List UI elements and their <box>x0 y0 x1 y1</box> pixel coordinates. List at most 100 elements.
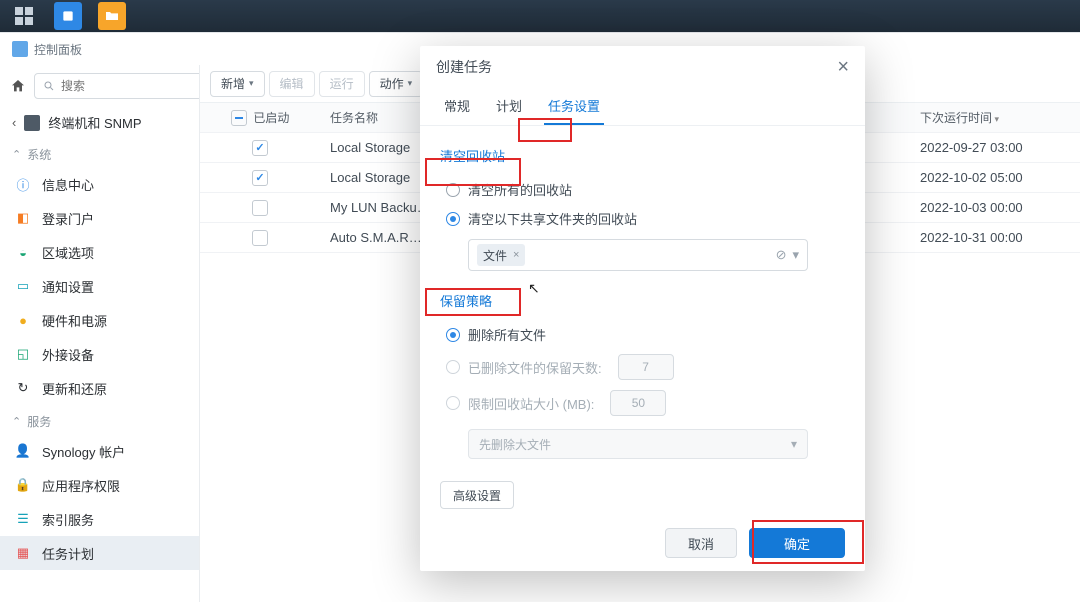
radio-icon <box>446 360 460 374</box>
sidebar-item-label: 区域选项 <box>42 243 94 262</box>
modal-tabs: 常规 计划 任务设置 <box>420 88 865 126</box>
terminal-icon <box>24 115 40 131</box>
back-icon[interactable]: ‹ <box>12 115 16 130</box>
breadcrumb[interactable]: ‹ 终端机和 SNMP <box>0 107 199 138</box>
sidebar-item-hardware[interactable]: ● 硬件和电源 <box>0 303 199 337</box>
run-button: 运行 <box>319 71 365 97</box>
radio-limit-size[interactable]: 限制回收站大小 (MB): <box>440 385 845 421</box>
external-icon: ◱ <box>14 345 32 363</box>
row-checkbox[interactable] <box>252 200 268 216</box>
search-field[interactable] <box>61 79 200 93</box>
sidebar-item-label: 通知设置 <box>42 277 94 296</box>
modal-title: 创建任务 <box>436 57 492 77</box>
radio-empty-selected[interactable]: 清空以下共享文件夹的回收站 <box>440 204 845 233</box>
calendar-icon: ▦ <box>14 544 32 562</box>
advanced-button[interactable]: 高级设置 <box>440 481 514 509</box>
radio-empty-all[interactable]: 清空所有的回收站 <box>440 175 845 204</box>
sidebar-group-services[interactable]: ⌃服务 <box>0 405 199 434</box>
sidebar-item-label: 外接设备 <box>42 345 94 364</box>
sidebar-item-update[interactable]: ↻ 更新和还原 <box>0 371 199 405</box>
limit-size-input <box>610 390 666 416</box>
sidebar-item-label: 登录门户 <box>42 209 94 228</box>
token-remove-icon[interactable]: × <box>513 249 519 261</box>
radio-label: 删除所有文件 <box>468 325 546 344</box>
info-icon: ⓘ <box>14 175 32 193</box>
shared-folder-field[interactable]: 文件× ⊘ ▾ <box>468 239 808 271</box>
search-input[interactable] <box>34 73 200 99</box>
folder-token: 文件× <box>477 244 525 266</box>
refresh-icon: ↻ <box>14 379 32 397</box>
index-icon: ☰ <box>14 510 32 528</box>
header-checkbox[interactable] <box>231 110 247 126</box>
row-checkbox[interactable] <box>252 170 268 186</box>
new-button[interactable]: 新增▾ <box>210 71 265 97</box>
sidebar-group-system[interactable]: ⌃系统 <box>0 138 199 167</box>
sidebar-item-info[interactable]: ⓘ 信息中心 <box>0 167 199 201</box>
edit-button: 编辑 <box>269 71 315 97</box>
sidebar-item-notification[interactable]: ▭ 通知设置 <box>0 269 199 303</box>
clear-icon[interactable]: ⊘ <box>776 247 787 263</box>
sidebar-item-label: 更新和还原 <box>42 379 107 398</box>
pinned-app-control-panel[interactable] <box>48 2 88 30</box>
section-retention: 保留策略 <box>440 291 845 310</box>
cell-next: 2022-10-02 05:00 <box>910 170 1080 185</box>
sidebar-item-regional[interactable]: ◒ 区域选项 <box>0 235 199 269</box>
bulb-icon: ● <box>14 311 32 329</box>
globe-icon: ◒ <box>14 243 32 261</box>
ok-button[interactable]: 确定 <box>749 528 845 558</box>
home-icon[interactable] <box>10 76 26 96</box>
taskbar <box>0 0 1080 32</box>
sidebar-item-app-privileges[interactable]: 🔒 应用程序权限 <box>0 468 199 502</box>
sidebar-item-task-scheduler[interactable]: ▦ 任务计划 <box>0 536 199 570</box>
action-button[interactable]: 动作▾ <box>369 71 424 97</box>
cell-next: 2022-10-31 00:00 <box>910 230 1080 245</box>
radio-label: 限制回收站大小 (MB): <box>468 394 594 413</box>
section-empty-recycle: 清空回收站 <box>440 146 845 165</box>
search-icon <box>43 80 55 92</box>
sidebar-item-label: 应用程序权限 <box>42 476 120 495</box>
tab-settings[interactable]: 任务设置 <box>544 88 604 125</box>
close-icon[interactable]: × <box>837 57 849 77</box>
row-checkbox[interactable] <box>252 140 268 156</box>
sidebar: ‹ 终端机和 SNMP ⌃系统 ⓘ信息中心 ◧登录门户 ◒区域选项 ▭通知设置 … <box>0 65 200 602</box>
row-checkbox[interactable] <box>252 230 268 246</box>
sidebar-item-label: Synology 帐户 <box>42 442 125 461</box>
sidebar-item-synology-account[interactable]: 👤 Synology 帐户 <box>0 434 199 468</box>
sidebar-item-login-portal[interactable]: ◧ 登录门户 <box>0 201 199 235</box>
control-panel-icon <box>12 41 28 57</box>
radio-icon <box>446 396 460 410</box>
radio-icon <box>446 328 460 342</box>
lock-icon: 🔒 <box>14 476 32 494</box>
window-title: 控制面板 <box>34 41 82 58</box>
sidebar-item-label: 信息中心 <box>42 175 94 194</box>
users-icon: 👤 <box>14 442 32 460</box>
radio-delete-all[interactable]: 删除所有文件 <box>440 320 845 349</box>
cell-next: 2022-10-03 00:00 <box>910 200 1080 215</box>
portal-icon: ◧ <box>14 209 32 227</box>
radio-retain-days[interactable]: 已删除文件的保留天数: <box>440 349 845 385</box>
sidebar-item-external[interactable]: ◱ 外接设备 <box>0 337 199 371</box>
tab-schedule[interactable]: 计划 <box>492 88 526 125</box>
tab-general[interactable]: 常规 <box>440 88 474 125</box>
radio-label: 清空所有的回收站 <box>468 180 572 199</box>
sidebar-item-label: 索引服务 <box>42 510 94 529</box>
apps-launcher-icon[interactable] <box>4 2 44 30</box>
radio-icon <box>446 183 460 197</box>
pinned-app-file-station[interactable] <box>92 2 132 30</box>
radio-icon <box>446 212 460 226</box>
chevron-down-icon[interactable]: ▾ <box>792 247 799 263</box>
sidebar-item-label: 硬件和电源 <box>42 311 107 330</box>
create-task-modal: 创建任务 × 常规 计划 任务设置 清空回收站 清空所有的回收站 清空以下共享文… <box>420 46 865 571</box>
breadcrumb-label: 终端机和 SNMP <box>48 113 141 132</box>
sidebar-item-label: 任务计划 <box>42 544 94 563</box>
col-next[interactable]: 下次运行时间 <box>910 109 1080 126</box>
chat-icon: ▭ <box>14 277 32 295</box>
delete-order-select: 先删除大文件▾ <box>468 429 808 459</box>
cancel-button[interactable]: 取消 <box>665 528 737 558</box>
radio-label: 清空以下共享文件夹的回收站 <box>468 209 637 228</box>
sidebar-item-indexing[interactable]: ☰ 索引服务 <box>0 502 199 536</box>
chevron-down-icon: ▾ <box>791 437 797 451</box>
col-enabled[interactable]: 已启动 <box>253 109 289 126</box>
cell-next: 2022-09-27 03:00 <box>910 140 1080 155</box>
retain-days-input <box>618 354 674 380</box>
